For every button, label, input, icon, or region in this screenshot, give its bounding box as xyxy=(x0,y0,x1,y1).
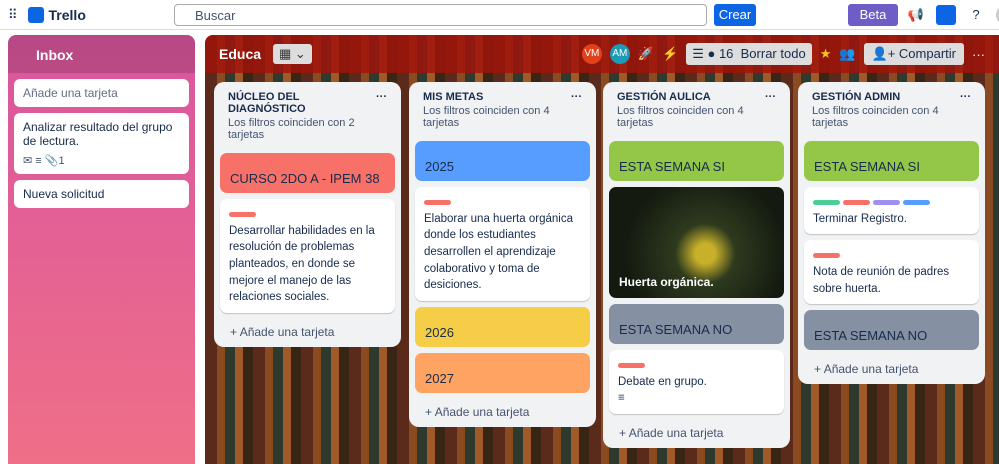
description-icon: ≡ xyxy=(35,155,42,167)
trello-logo[interactable]: Trello xyxy=(27,6,86,23)
megaphone-icon[interactable]: 📢 xyxy=(906,5,926,25)
inbox-add-card-input[interactable]: Añade una tarjeta xyxy=(14,79,189,107)
card-title: Terminar Registro. xyxy=(813,212,907,225)
card-title: Elaborar una huerta orgánica donde los e… xyxy=(424,212,573,292)
board-title[interactable]: Educa xyxy=(219,46,261,62)
email-icon: ✉ xyxy=(23,155,33,167)
list-title[interactable]: NÚCLEO DEL DIAGNÓSTICO xyxy=(228,91,376,115)
card[interactable]: 2026 xyxy=(415,307,590,348)
visibility-icon[interactable]: 👥 xyxy=(839,46,855,62)
search-input[interactable]: Buscar xyxy=(174,4,707,26)
card[interactable]: 2025 xyxy=(415,141,590,181)
card[interactable]: Debate en grupo. ≡ xyxy=(609,350,784,415)
inbox-card[interactable]: Analizar resultado del grupo de lectura.… xyxy=(14,113,189,174)
card-label[interactable] xyxy=(813,253,840,259)
card[interactable]: ESTA SEMANA NO xyxy=(609,304,784,344)
add-card-button[interactable]: + Añade una tarjeta xyxy=(415,393,590,421)
card[interactable]: ESTA SEMANA SI xyxy=(609,141,784,181)
filter-match-text: Los filtros coinciden con 4 tarjetas xyxy=(617,105,744,129)
list: GESTIÓN ADMIN ··· Los filtros coinciden c… xyxy=(798,82,985,385)
board-view-button[interactable]: ▦ ⌄ xyxy=(273,44,312,64)
card[interactable]: Elaborar una huerta orgánica donde los e… xyxy=(415,187,590,302)
attachment-icon: 📎 xyxy=(44,155,59,167)
card[interactable]: CURSO 2DO A - IPEM 38 xyxy=(220,153,395,193)
description-icon: ≡ xyxy=(618,392,625,405)
attachment-count: 1 xyxy=(58,155,65,167)
inbox-card[interactable]: Nueva solicitud xyxy=(14,180,189,208)
member-avatar[interactable]: VM xyxy=(581,44,602,64)
help-icon[interactable]: ? xyxy=(966,5,986,25)
card-label[interactable] xyxy=(424,200,451,205)
add-card-button[interactable]: + Añade una tarjeta xyxy=(804,350,979,378)
list: NÚCLEO DEL DIAGNÓSTICO ··· Los filtros co… xyxy=(214,82,401,348)
add-card-button[interactable]: + Añade una tarjeta xyxy=(609,414,784,442)
list-title[interactable]: GESTIÓN AULICA xyxy=(617,91,711,103)
card-label[interactable] xyxy=(903,200,930,205)
card-label[interactable] xyxy=(229,212,256,217)
list-menu-icon[interactable]: ··· xyxy=(376,91,387,115)
list: MIS METAS ··· Los filtros coinciden con 4… xyxy=(409,82,596,428)
inbox-title: Inbox xyxy=(8,35,195,73)
list: GESTIÓN AULICA ··· Los filtros coinciden … xyxy=(603,82,790,449)
card[interactable]: Desarrollar habilidades en la resolución… xyxy=(220,199,395,314)
card[interactable]: ESTA SEMANA SI xyxy=(804,141,979,181)
image-card[interactable]: Huerta orgánica. xyxy=(609,187,784,298)
card[interactable]: ESTA SEMANA NO xyxy=(804,310,979,351)
card-label[interactable] xyxy=(873,200,900,205)
list-menu-icon[interactable]: ··· xyxy=(765,91,776,103)
notifications-icon[interactable] xyxy=(936,5,956,25)
list-title[interactable]: GESTIÓN ADMIN xyxy=(812,91,900,103)
filter-match-text: Los filtros coinciden con 4 tarjetas xyxy=(812,105,939,129)
more-icon[interactable]: ··· xyxy=(972,47,985,62)
list-title[interactable]: MIS METAS xyxy=(423,91,483,103)
filter-count: 16 xyxy=(718,46,734,61)
filter-match-text: Los filtros coinciden con 4 tarjetas xyxy=(423,105,550,129)
apps-icon[interactable]: ⠿ xyxy=(8,7,18,23)
board-header: Educa ▦ ⌄ VM AM 🚀 ⚡ ☰ ● 16 Borrar todo ★… xyxy=(205,35,999,73)
card[interactable]: 2027 xyxy=(415,353,590,394)
list-menu-icon[interactable]: ··· xyxy=(571,91,582,103)
member-avatar[interactable]: AM xyxy=(609,44,630,64)
create-button[interactable]: Crear xyxy=(714,4,756,26)
star-icon[interactable]: ★ xyxy=(820,46,832,62)
card-title: Desarrollar habilidades en la resolución… xyxy=(229,224,375,304)
card-title: Debate en grupo. xyxy=(618,375,707,388)
filter-button[interactable]: ☰ ● 16 Borrar todo xyxy=(686,43,812,65)
card-title: Nota de reunión de padres sobre huerta. xyxy=(813,266,950,295)
card-label[interactable] xyxy=(843,200,870,205)
list-menu-icon[interactable]: ··· xyxy=(960,91,971,103)
add-card-button[interactable]: + Añade una tarjeta xyxy=(220,313,395,341)
automation-icon[interactable]: ⚡ xyxy=(662,46,678,62)
card-label[interactable] xyxy=(813,200,840,205)
inbox-panel: Inbox Añade una tarjeta Analizar resulta… xyxy=(8,35,195,464)
clear-filters[interactable]: Borrar todo xyxy=(741,46,806,61)
beta-button[interactable]: Beta xyxy=(848,4,898,26)
share-button[interactable]: 👤+ Compartir xyxy=(863,43,964,65)
filter-match-text: Los filtros coinciden con 2 tarjetas xyxy=(228,117,355,141)
card[interactable]: Nota de reunión de padres sobre huerta. xyxy=(804,240,979,305)
share-label: Compartir xyxy=(898,46,956,61)
card-title: Analizar resultado del grupo de lectura. xyxy=(23,120,173,148)
card[interactable]: Terminar Registro. xyxy=(804,187,979,235)
card-label[interactable] xyxy=(618,363,645,368)
power-ups-icon[interactable]: 🚀 xyxy=(638,46,654,62)
app-name: Trello xyxy=(48,6,86,23)
